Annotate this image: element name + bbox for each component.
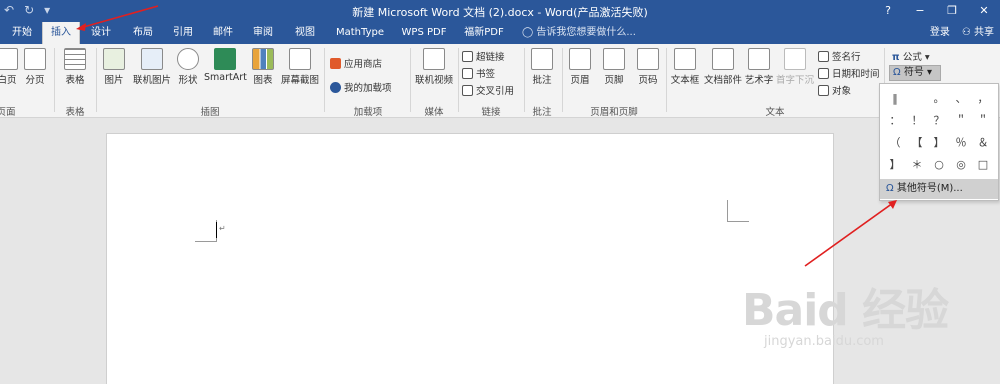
annotation-arrowhead bbox=[76, 23, 86, 31]
annotation-arrowhead bbox=[888, 200, 897, 209]
annotation-arrow-insert-tab bbox=[79, 5, 159, 29]
annotation-arrow-more-symbols bbox=[804, 202, 894, 267]
baidu-watermark: Baid 经验 jingyan.baidu.com bbox=[742, 285, 949, 349]
